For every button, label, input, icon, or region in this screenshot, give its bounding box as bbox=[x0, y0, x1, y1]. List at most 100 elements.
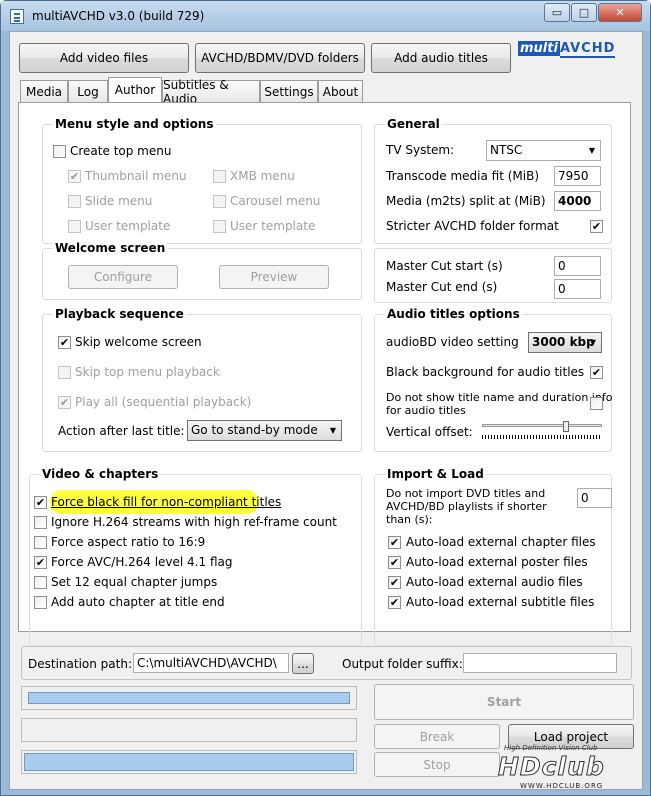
configure-button[interactable]: Configure bbox=[68, 265, 178, 289]
user-template-label-2: User template bbox=[230, 219, 316, 233]
play-all-label: Play all (sequential playback) bbox=[75, 395, 252, 409]
user-template-checkbox-1[interactable] bbox=[68, 220, 81, 233]
action-after-last-label: Action after last title: bbox=[58, 424, 185, 438]
progress-bar-3 bbox=[21, 750, 357, 774]
slide-menu-label: Slide menu bbox=[85, 194, 153, 208]
subtitle-files-checkbox[interactable]: ✔ bbox=[388, 596, 401, 609]
chevron-down-icon: ▼ bbox=[588, 146, 596, 155]
audio-titles-title: Audio titles options bbox=[385, 307, 522, 321]
audiobd-dropdown[interactable]: 3000 kbp ▼ bbox=[528, 332, 602, 353]
menu-style-title: Menu style and options bbox=[53, 117, 216, 131]
tab-log[interactable]: Log bbox=[68, 80, 108, 102]
welcome-screen-group: Welcome screen Configure Preview bbox=[42, 241, 362, 300]
watermark-tagline: High Definition Vision Club bbox=[504, 744, 598, 752]
tab-subtitles-audio[interactable]: Subtitles & Audio bbox=[162, 78, 260, 106]
force-avc-checkbox[interactable]: ✔ bbox=[34, 556, 47, 569]
black-background-label: Black background for audio titles bbox=[386, 365, 585, 379]
transcode-input[interactable]: 7950 bbox=[554, 166, 601, 186]
multiavchd-logo: multi AVCHD bbox=[518, 41, 616, 58]
hdclub-watermark: High Definition Vision Club HDclub WWW.H… bbox=[490, 744, 640, 790]
playback-sequence-group: Playback sequence ✔ Skip welcome screen … bbox=[42, 307, 362, 452]
force-aspect-checkbox[interactable] bbox=[34, 536, 47, 549]
progress-fill-3 bbox=[24, 753, 354, 771]
maximize-button[interactable]: □ bbox=[571, 3, 597, 22]
no-import-input[interactable]: 0 bbox=[577, 488, 612, 508]
thumbnail-menu-checkbox[interactable]: ✔ bbox=[68, 170, 81, 183]
add-video-files-button[interactable]: Add video files bbox=[19, 43, 189, 73]
video-chapters-group: Video & chapters ✔ Force black fill for … bbox=[29, 467, 362, 646]
poster-files-checkbox[interactable]: ✔ bbox=[388, 556, 401, 569]
progress-bar-1 bbox=[21, 686, 357, 710]
welcome-screen-title: Welcome screen bbox=[53, 241, 168, 255]
tab-author[interactable]: Author bbox=[108, 77, 162, 102]
force-black-fill-checkbox[interactable]: ✔ bbox=[34, 496, 47, 509]
chevron-down-icon: ▼ bbox=[329, 426, 337, 435]
stricter-avchd-checkbox[interactable]: ✔ bbox=[590, 220, 603, 233]
destination-path-input[interactable]: C:\multiAVCHD\AVCHD\ bbox=[133, 653, 289, 673]
title-bar[interactable]: multiAVCHD v3.0 (build 729) ▭ □ ✕ bbox=[1, 1, 650, 31]
black-background-checkbox[interactable]: ✔ bbox=[590, 366, 603, 379]
slider-thumb[interactable] bbox=[563, 421, 569, 432]
tab-media[interactable]: Media bbox=[20, 80, 68, 102]
carousel-menu-checkbox[interactable] bbox=[213, 195, 226, 208]
chapter-files-label: Auto-load external chapter files bbox=[406, 535, 596, 549]
skip-top-menu-label: Skip top menu playback bbox=[75, 365, 220, 379]
progress-bar-2 bbox=[21, 718, 357, 742]
output-suffix-label: Output folder suffix: bbox=[342, 657, 463, 671]
close-button[interactable]: ✕ bbox=[598, 3, 642, 22]
force-aspect-label: Force aspect ratio to 16:9 bbox=[51, 535, 206, 549]
playback-sequence-title: Playback sequence bbox=[53, 307, 186, 321]
watermark-logo: HDclub bbox=[498, 752, 605, 782]
progress-fill-1 bbox=[28, 692, 350, 704]
carousel-menu-label: Carousel menu bbox=[230, 194, 321, 208]
browse-button[interactable]: ... bbox=[292, 653, 314, 674]
stricter-avchd-label: Stricter AVCHD folder format bbox=[386, 219, 559, 233]
skip-top-menu-checkbox[interactable] bbox=[58, 366, 71, 379]
add-audio-titles-button[interactable]: Add audio titles bbox=[371, 43, 511, 73]
audio-titles-group: Audio titles options audioBD video setti… bbox=[374, 307, 612, 452]
audio-files-checkbox[interactable]: ✔ bbox=[388, 576, 401, 589]
vertical-offset-slider[interactable] bbox=[480, 421, 604, 443]
no-show-title-checkbox[interactable] bbox=[590, 397, 603, 410]
slide-menu-checkbox[interactable] bbox=[68, 195, 81, 208]
start-button[interactable]: Start bbox=[374, 684, 634, 720]
minimize-button[interactable]: ▭ bbox=[544, 3, 570, 22]
ignore-h264-checkbox[interactable] bbox=[34, 516, 47, 529]
add-auto-chapter-label: Add auto chapter at title end bbox=[51, 595, 225, 609]
tab-settings[interactable]: Settings bbox=[260, 80, 318, 102]
import-load-group: Import & Load Do not import DVD titles a… bbox=[374, 467, 612, 646]
break-button[interactable]: Break bbox=[374, 724, 500, 749]
tv-system-dropdown[interactable]: NTSC ▼ bbox=[486, 140, 601, 161]
set-12-chapters-checkbox[interactable] bbox=[34, 576, 47, 589]
xmb-menu-checkbox[interactable] bbox=[213, 170, 226, 183]
audio-files-label: Auto-load external audio files bbox=[406, 575, 583, 589]
app-icon[interactable] bbox=[10, 9, 24, 24]
add-auto-chapter-checkbox[interactable] bbox=[34, 596, 47, 609]
thumbnail-menu-label: Thumbnail menu bbox=[85, 169, 187, 183]
author-tab-page: Menu style and options Create top menu ✔… bbox=[18, 102, 631, 646]
no-import-label-2: AVCHD/BD playlists if shorter bbox=[386, 500, 547, 513]
ignore-h264-label: Ignore H.264 streams with high ref-frame… bbox=[51, 515, 337, 529]
play-all-checkbox[interactable]: ✔ bbox=[58, 396, 71, 409]
tv-system-value: NTSC bbox=[490, 143, 523, 157]
avchd-folders-button[interactable]: AVCHD/BDMV/DVD folders bbox=[195, 43, 365, 73]
skip-welcome-checkbox[interactable]: ✔ bbox=[58, 336, 71, 349]
no-import-label-1: Do not import DVD titles and bbox=[386, 487, 546, 500]
action-after-last-dropdown[interactable]: Go to stand-by mode ▼ bbox=[187, 420, 342, 441]
user-template-label-1: User template bbox=[85, 219, 171, 233]
split-input[interactable]: 4000 bbox=[554, 191, 601, 211]
master-cut-end-input[interactable]: 0 bbox=[554, 279, 601, 299]
watermark-url: WWW.HDCLUB.ORG bbox=[520, 782, 604, 790]
tv-system-label: TV System: bbox=[386, 143, 455, 157]
split-label: Media (m2ts) split at (MiB) bbox=[386, 194, 546, 208]
tab-about[interactable]: About bbox=[318, 80, 363, 102]
master-cut-start-input[interactable]: 0 bbox=[554, 256, 601, 276]
preview-button[interactable]: Preview bbox=[219, 265, 329, 289]
general-group: General TV System: NTSC ▼ Transcode media… bbox=[374, 117, 612, 244]
user-template-checkbox-2[interactable] bbox=[213, 220, 226, 233]
create-top-menu-checkbox[interactable] bbox=[53, 145, 66, 158]
window-title: multiAVCHD v3.0 (build 729) bbox=[32, 9, 205, 23]
stop-button[interactable]: Stop bbox=[374, 752, 500, 777]
chapter-files-checkbox[interactable]: ✔ bbox=[388, 536, 401, 549]
output-suffix-input[interactable] bbox=[463, 653, 617, 673]
